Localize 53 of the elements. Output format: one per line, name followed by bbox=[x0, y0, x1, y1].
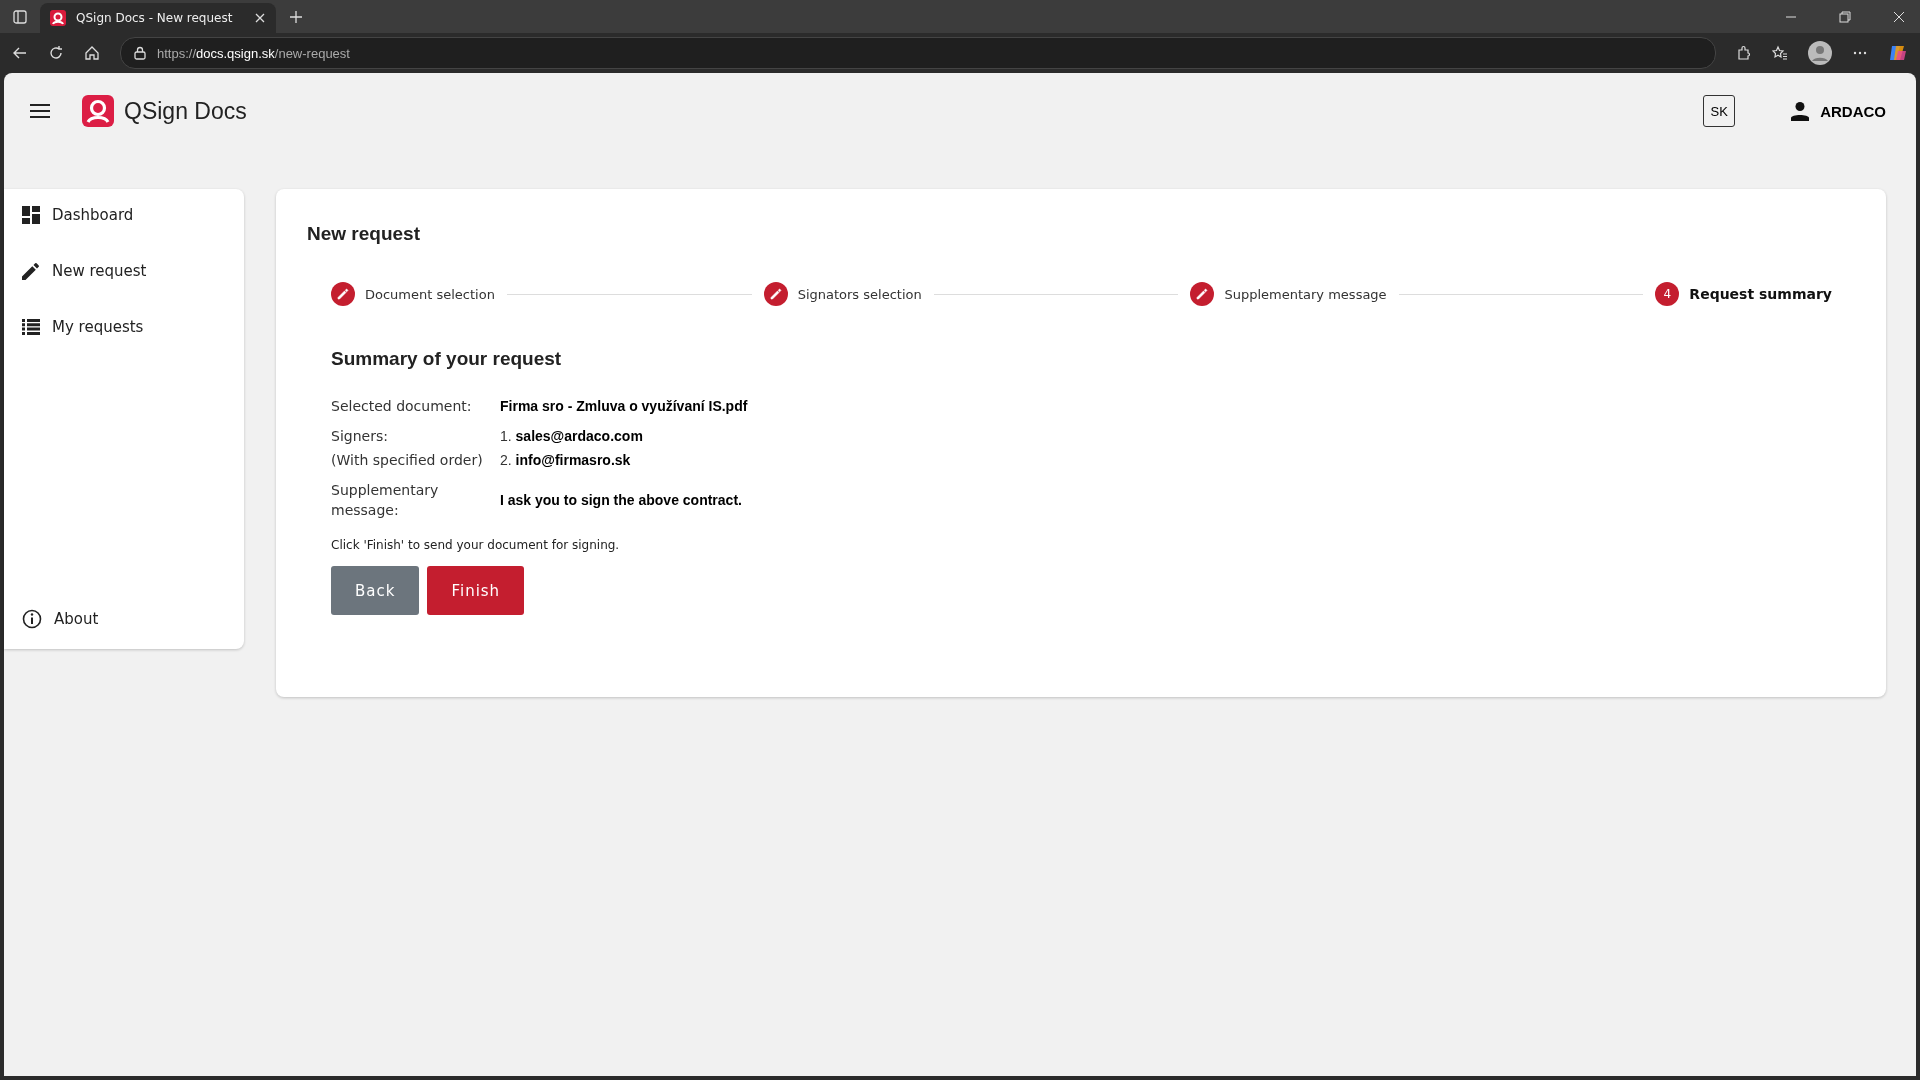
close-icon[interactable] bbox=[254, 12, 266, 24]
restore-icon[interactable] bbox=[1839, 10, 1851, 23]
close-icon[interactable] bbox=[1893, 10, 1905, 23]
edit-step-icon bbox=[1190, 282, 1215, 306]
extensions-icon[interactable] bbox=[1736, 45, 1752, 61]
stepper-step: Signators selection bbox=[763, 282, 922, 306]
tab-list-icon[interactable] bbox=[12, 8, 28, 25]
reload-icon[interactable] bbox=[48, 45, 64, 61]
step-number: 4 bbox=[1655, 282, 1680, 306]
user-icon bbox=[1790, 101, 1811, 121]
copilot-icon[interactable] bbox=[1888, 43, 1908, 63]
stepper-step: Supplementary message bbox=[1190, 282, 1387, 306]
info-icon bbox=[22, 609, 42, 629]
document-name: Firma sro - Zmluva o využívaní IS.pdf bbox=[500, 398, 748, 414]
favorites-icon[interactable] bbox=[1772, 45, 1788, 61]
signer-entry: 2. info@firmasro.sk bbox=[500, 451, 632, 470]
browser-tab[interactable]: QSign Docs - New request bbox=[40, 3, 276, 33]
tab-title: QSign Docs - New request bbox=[76, 11, 234, 25]
sidebar-item[interactable]: My requests bbox=[4, 311, 244, 343]
app-logo-icon bbox=[50, 10, 66, 26]
profile-avatar-icon[interactable] bbox=[1808, 41, 1832, 65]
back-arrow-icon[interactable] bbox=[12, 45, 28, 61]
field-label: Signers: bbox=[331, 427, 389, 446]
hint-text: Click 'Finish' to send your document for signing. bbox=[331, 538, 621, 552]
dashboard-icon bbox=[22, 206, 40, 224]
app-logo-icon bbox=[82, 95, 114, 127]
field-note: (With specified order) bbox=[331, 451, 484, 470]
app-name: QSign Docs bbox=[124, 97, 247, 125]
edit-step-icon bbox=[763, 282, 788, 306]
field-label: Selected document: bbox=[331, 397, 473, 416]
url-text: https://docs.qsign.sk/new-request bbox=[157, 45, 350, 61]
section-heading: Summary of your request bbox=[331, 348, 563, 370]
home-icon[interactable] bbox=[84, 45, 100, 61]
user-name[interactable]: ARDACO bbox=[1820, 102, 1886, 120]
field-label: Supplementary message: bbox=[331, 481, 440, 520]
new-tab-icon[interactable] bbox=[288, 8, 304, 25]
sidebar-item[interactable]: Dashboard bbox=[4, 199, 244, 231]
finish-button[interactable]: Finish bbox=[427, 566, 525, 615]
pencil-icon bbox=[22, 262, 40, 280]
about-link[interactable]: About bbox=[4, 603, 244, 635]
address-field[interactable]: https://docs.qsign.sk/new-request bbox=[120, 37, 1716, 69]
stepper-step: Document selection bbox=[331, 282, 495, 306]
list-icon bbox=[22, 319, 40, 335]
sidebar-item[interactable]: New request bbox=[4, 255, 244, 287]
message-text: I ask you to sign the above contract. bbox=[500, 492, 743, 508]
language-button[interactable]: SK bbox=[1703, 95, 1736, 127]
edit-step-icon bbox=[331, 282, 355, 306]
stepper-step: 4 Request summary bbox=[1655, 282, 1832, 306]
page-title: New request bbox=[307, 223, 421, 245]
back-button[interactable]: Back bbox=[331, 566, 420, 615]
signer-entry: 1. sales@ardaco.com bbox=[500, 427, 644, 446]
lock-icon bbox=[133, 46, 147, 60]
menu-icon[interactable] bbox=[30, 103, 50, 119]
